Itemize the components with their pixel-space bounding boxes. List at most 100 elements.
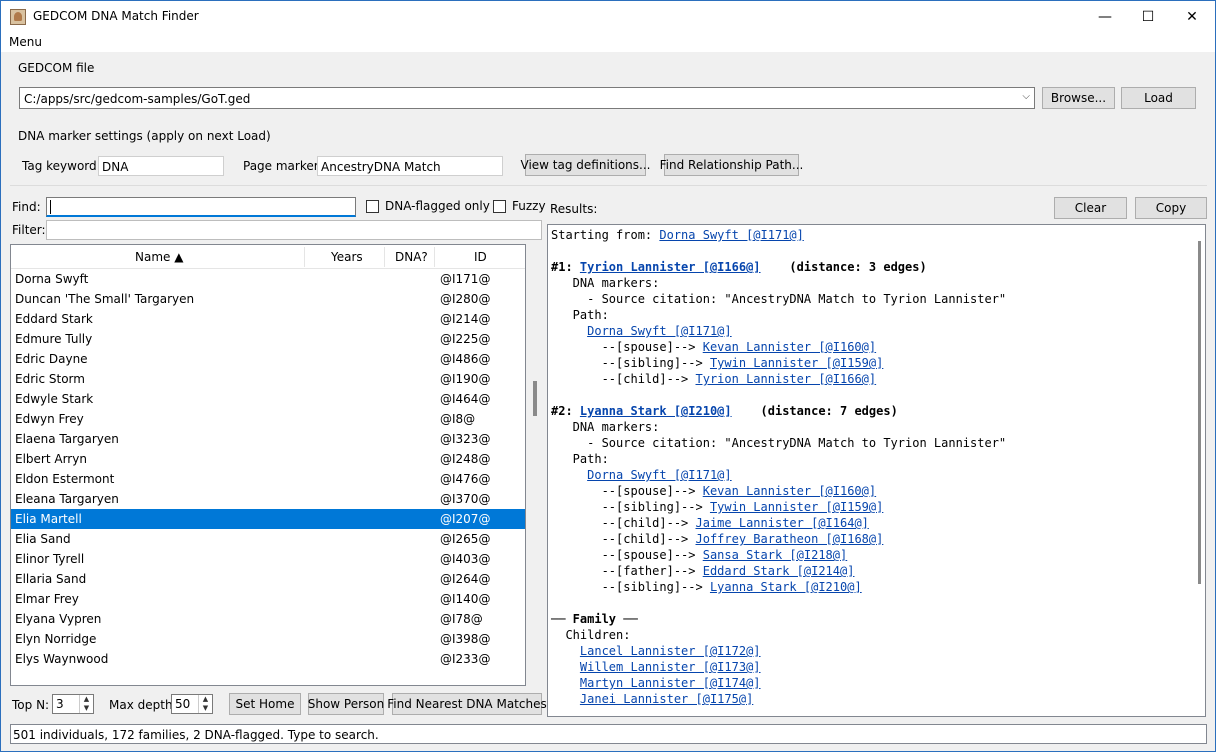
filter-label: Filter: bbox=[12, 223, 46, 237]
column-divider[interactable] bbox=[434, 247, 435, 267]
table-row[interactable]: Elys Waynwood @I233@ bbox=[11, 649, 525, 669]
page-marker-field[interactable]: AncestryDNA Match bbox=[317, 156, 503, 176]
table-row[interactable]: Eddard Stark @I214@ bbox=[11, 309, 525, 329]
checkbox-box[interactable] bbox=[366, 199, 379, 213]
set-home-button[interactable]: Set Home bbox=[229, 693, 301, 715]
column-header-years[interactable]: Years bbox=[331, 250, 363, 264]
table-row[interactable]: Elinor Tyrell @I403@ bbox=[11, 549, 525, 569]
table-row[interactable]: Elyana Vypren @I78@ bbox=[11, 609, 525, 629]
copy-button[interactable]: Copy bbox=[1135, 197, 1207, 219]
person-link[interactable]: Janei Lannister [@I175@] bbox=[580, 692, 753, 706]
top-n-spinner[interactable]: 3 ▲ ▼ bbox=[52, 694, 94, 714]
person-link[interactable]: Dorna Swyft [@I171@] bbox=[587, 468, 732, 482]
result-text: ── Family ── bbox=[551, 612, 638, 626]
table-row[interactable]: Edmure Tully @I225@ bbox=[11, 329, 525, 349]
person-link[interactable]: Lyanna Stark [@I210@] bbox=[710, 580, 862, 594]
view-tag-definitions-button[interactable]: View tag definitions... bbox=[521, 154, 650, 176]
column-divider[interactable] bbox=[384, 247, 385, 267]
tag-keyword-label: Tag keyword: bbox=[22, 159, 101, 173]
table-row[interactable]: Duncan 'The Small' Targaryen @I280@ bbox=[11, 289, 525, 309]
person-id: @I8@ bbox=[440, 412, 476, 426]
table-row[interactable]: Edric Storm @I190@ bbox=[11, 369, 525, 389]
dna-flagged-only-checkbox[interactable]: DNA-flagged only bbox=[366, 199, 490, 213]
person-id: @I476@ bbox=[440, 472, 491, 486]
person-name: Elbert Arryn bbox=[15, 452, 87, 466]
result-line: Starting from: Dorna Swyft [@I171@] bbox=[551, 228, 804, 244]
filter-input[interactable] bbox=[46, 220, 542, 240]
table-row[interactable]: Ellaria Sand @I264@ bbox=[11, 569, 525, 589]
person-link[interactable]: Kevan Lannister [@I160@] bbox=[703, 484, 876, 498]
tag-keyword-field[interactable]: DNA bbox=[98, 156, 224, 176]
checkbox-box[interactable] bbox=[493, 199, 506, 213]
clear-button[interactable]: Clear bbox=[1054, 197, 1127, 219]
result-line: --[sibling]--> Lyanna Stark [@I210@] bbox=[551, 580, 862, 596]
person-link[interactable]: Eddard Stark [@I214@] bbox=[703, 564, 855, 578]
table-row[interactable]: Elia Sand @I265@ bbox=[11, 529, 525, 549]
table-row[interactable]: Eldon Estermont @I476@ bbox=[11, 469, 525, 489]
spinner-arrows-icon[interactable]: ▲ ▼ bbox=[198, 695, 212, 713]
table-row[interactable]: Edric Dayne @I486@ bbox=[11, 349, 525, 369]
person-name: Elia Martell bbox=[15, 512, 82, 526]
person-link[interactable]: Dorna Swyft [@I171@] bbox=[659, 228, 804, 242]
column-header-id[interactable]: ID bbox=[474, 250, 487, 264]
table-row[interactable]: Elia Martell @I207@ bbox=[11, 509, 525, 529]
fuzzy-checkbox[interactable]: Fuzzy bbox=[493, 199, 546, 213]
gedcom-path-combo[interactable]: C:/apps/src/gedcom-samples/GoT.ged ⌵ bbox=[19, 87, 1035, 109]
result-line: Lancel Lannister [@I172@] bbox=[551, 644, 761, 660]
find-input[interactable] bbox=[46, 197, 356, 217]
person-name: Duncan 'The Small' Targaryen bbox=[15, 292, 195, 306]
result-text bbox=[551, 644, 580, 658]
results-text[interactable]: Starting from: Dorna Swyft [@I171@] #1: T… bbox=[547, 224, 1206, 717]
column-divider[interactable] bbox=[304, 247, 305, 267]
person-link[interactable]: Sansa Stark [@I218@] bbox=[703, 548, 848, 562]
person-link[interactable]: Tywin Lannister [@I159@] bbox=[710, 500, 883, 514]
table-row[interactable]: Elbert Arryn @I248@ bbox=[11, 449, 525, 469]
person-link[interactable]: Martyn Lannister [@I174@] bbox=[580, 676, 761, 690]
person-name: Edwyle Stark bbox=[15, 392, 94, 406]
show-person-button[interactable]: Show Person bbox=[308, 693, 384, 715]
result-text: --[sibling]--> bbox=[551, 580, 710, 594]
person-link[interactable]: Jaime Lannister [@I164@] bbox=[696, 516, 869, 530]
result-text: - Source citation: "AncestryDNA Match to… bbox=[551, 436, 1007, 450]
find-label: Find: bbox=[12, 200, 41, 214]
person-link[interactable]: Lyanna Stark [@I210@] bbox=[580, 404, 732, 418]
spinner-arrows-icon[interactable]: ▲ ▼ bbox=[79, 695, 93, 713]
load-button[interactable]: Load bbox=[1121, 87, 1196, 109]
column-header-name[interactable]: Name ▲ bbox=[135, 250, 183, 264]
close-button[interactable]: ✕ bbox=[1169, 1, 1215, 32]
person-link[interactable]: Dorna Swyft [@I171@] bbox=[587, 324, 732, 338]
list-scrollbar-thumb[interactable] bbox=[533, 381, 537, 416]
table-row[interactable]: Elaena Targaryen @I323@ bbox=[11, 429, 525, 449]
table-row[interactable]: Edwyle Stark @I464@ bbox=[11, 389, 525, 409]
person-link[interactable]: Willem Lannister [@I173@] bbox=[580, 660, 761, 674]
person-list[interactable]: Name ▲ Years DNA? ID Dorna Swyft @I171@ Du… bbox=[10, 244, 526, 686]
person-link[interactable]: Tyrion Lannister [@I166@] bbox=[696, 372, 877, 386]
table-row[interactable]: Elyn Norridge @I398@ bbox=[11, 629, 525, 649]
menu-item[interactable]: Menu bbox=[9, 35, 42, 49]
person-link[interactable]: Kevan Lannister [@I160@] bbox=[703, 340, 876, 354]
minimize-button[interactable]: — bbox=[1082, 1, 1128, 32]
table-row[interactable]: Edwyn Frey @I8@ bbox=[11, 409, 525, 429]
person-link[interactable]: Joffrey Baratheon [@I168@] bbox=[696, 532, 884, 546]
column-header-dna[interactable]: DNA? bbox=[395, 250, 428, 264]
table-row[interactable]: Eleana Targaryen @I370@ bbox=[11, 489, 525, 509]
table-row[interactable]: Dorna Swyft @I171@ bbox=[11, 269, 525, 289]
result-text bbox=[551, 676, 580, 690]
person-id: @I464@ bbox=[440, 392, 491, 406]
person-id: @I403@ bbox=[440, 552, 491, 566]
find-nearest-dna-matches-button[interactable]: Find Nearest DNA Matches bbox=[387, 693, 547, 715]
browse-button[interactable]: Browse... bbox=[1042, 87, 1115, 109]
person-link[interactable]: Lancel Lannister [@I172@] bbox=[580, 644, 761, 658]
person-link[interactable]: Tywin Lannister [@I159@] bbox=[710, 356, 883, 370]
table-row[interactable]: Elmar Frey @I140@ bbox=[11, 589, 525, 609]
chevron-down-icon[interactable]: ⌵ bbox=[1022, 91, 1030, 102]
person-name: Eddard Stark bbox=[15, 312, 93, 326]
max-depth-spinner[interactable]: 50 ▲ ▼ bbox=[171, 694, 213, 714]
result-text: (distance: 7 edges) bbox=[731, 404, 898, 418]
person-name: Elinor Tyrell bbox=[15, 552, 85, 566]
person-link[interactable]: Tyrion Lannister [@I166@] bbox=[580, 260, 761, 274]
maximize-button[interactable]: ☐ bbox=[1125, 1, 1171, 32]
find-relationship-path-button[interactable]: Find Relationship Path... bbox=[660, 154, 803, 176]
result-line: Path: bbox=[551, 308, 609, 324]
results-scrollbar-thumb[interactable] bbox=[1198, 241, 1201, 584]
